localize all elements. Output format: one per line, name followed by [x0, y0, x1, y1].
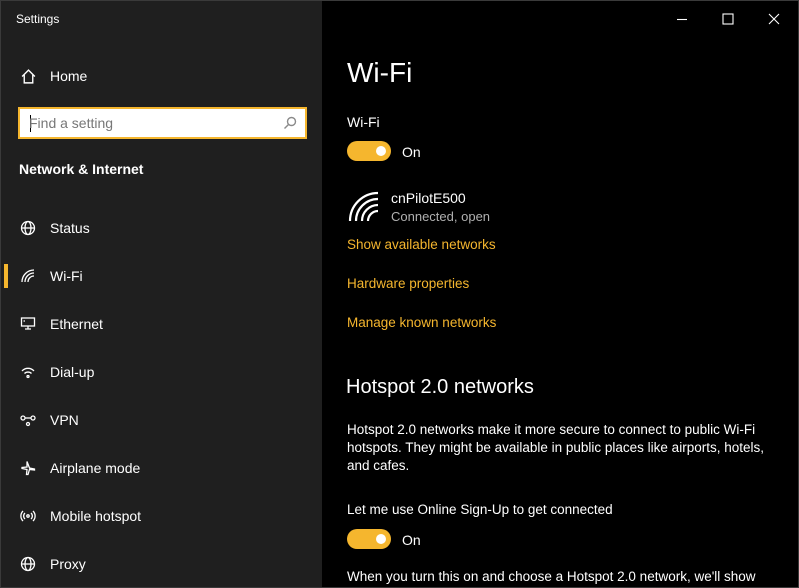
toggle-knob: [376, 146, 386, 156]
minimize-icon: [677, 18, 687, 21]
hotspot-footer-text: When you turn this on and choose a Hotsp…: [347, 569, 756, 584]
sidebar-item-label: Dial-up: [50, 364, 95, 380]
sidebar: Settings Home Network & Internet Status: [1, 1, 322, 587]
maximize-icon: [722, 13, 734, 25]
home-icon: [19, 67, 37, 85]
close-button[interactable]: [751, 5, 797, 33]
show-available-networks-link[interactable]: Show available networks: [347, 237, 496, 252]
sidebar-item-dialup[interactable]: Dial-up: [1, 352, 322, 392]
proxy-icon: [19, 555, 37, 573]
search-icon[interactable]: [283, 116, 297, 130]
sidebar-item-label: Status: [50, 220, 90, 236]
section-title: Network & Internet: [19, 161, 144, 177]
wifi-signal-icon: [348, 191, 380, 223]
hotspot-icon: [19, 507, 37, 525]
wifi-icon: [19, 267, 37, 285]
sidebar-item-proxy[interactable]: Proxy: [1, 544, 322, 584]
dialup-icon: [19, 363, 37, 381]
search-box[interactable]: [18, 107, 307, 139]
active-indicator: [4, 264, 8, 288]
wifi-toggle[interactable]: [347, 141, 391, 161]
home-nav-item[interactable]: Home: [1, 61, 322, 91]
sidebar-item-mobile-hotspot[interactable]: Mobile hotspot: [1, 496, 322, 536]
sidebar-item-vpn[interactable]: VPN: [1, 400, 322, 440]
airplane-icon: [19, 459, 37, 477]
ethernet-icon: [19, 315, 37, 333]
network-status: Connected, open: [391, 209, 491, 224]
settings-window: Settings Home Network & Internet Status: [0, 0, 799, 588]
app-title: Settings: [16, 12, 60, 26]
sidebar-item-label: Proxy: [50, 556, 86, 572]
home-label: Home: [50, 68, 88, 84]
online-signup-label: Let me use Online Sign-Up to get connect…: [347, 502, 613, 517]
sidebar-item-label: VPN: [50, 412, 79, 428]
sidebar-item-ethernet[interactable]: Ethernet: [1, 304, 322, 344]
sidebar-item-label: Airplane mode: [50, 460, 141, 476]
close-icon: [768, 13, 780, 25]
minimize-button[interactable]: [659, 5, 705, 33]
online-signup-toggle[interactable]: [347, 529, 391, 549]
vpn-icon: [19, 411, 37, 429]
sidebar-item-wifi[interactable]: Wi-Fi: [1, 256, 322, 296]
globe-icon: [19, 219, 37, 237]
toggle-knob: [376, 534, 386, 544]
hardware-properties-link[interactable]: Hardware properties: [347, 276, 469, 291]
sidebar-item-status[interactable]: Status: [1, 208, 322, 248]
page-title: Wi-Fi: [347, 57, 413, 88]
sidebar-item-label: Wi-Fi: [50, 268, 83, 284]
network-name[interactable]: cnPilotE500: [391, 190, 466, 206]
manage-known-networks-link[interactable]: Manage known networks: [347, 315, 496, 330]
sidebar-item-airplane-mode[interactable]: Airplane mode: [1, 448, 322, 488]
maximize-button[interactable]: [705, 5, 751, 33]
hotspot-description: Hotspot 2.0 networks make it more secure…: [347, 422, 764, 473]
online-signup-toggle-state: On: [402, 532, 421, 548]
wifi-toggle-label: Wi-Fi: [347, 114, 380, 130]
main-content: Wi-Fi Wi-Fi On cnPilotE500 Connected, op…: [322, 1, 798, 587]
search-input[interactable]: [29, 114, 269, 132]
sidebar-item-label: Ethernet: [50, 316, 103, 332]
sidebar-item-label: Mobile hotspot: [50, 508, 142, 524]
wifi-toggle-state: On: [402, 144, 421, 160]
hotspot-heading: Hotspot 2.0 networks: [346, 376, 534, 398]
